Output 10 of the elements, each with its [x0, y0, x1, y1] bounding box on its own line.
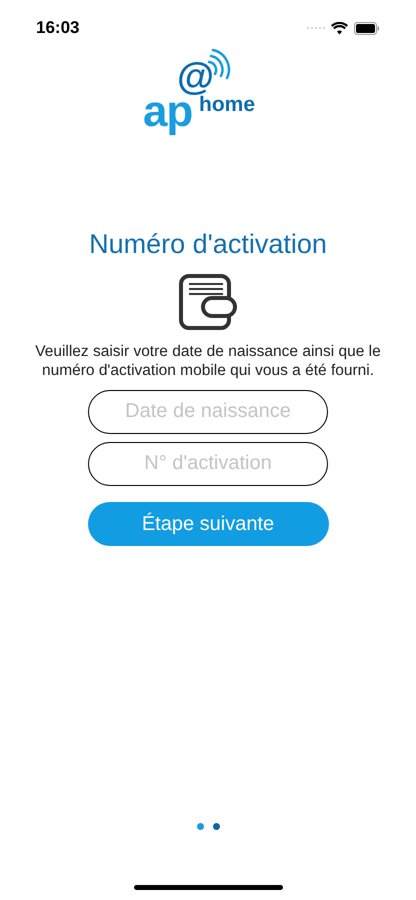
wifi-icon [331, 22, 348, 34]
next-step-button[interactable]: Étape suivante [88, 502, 328, 546]
page-title: Numéro d'activation [89, 228, 327, 261]
input-field[interactable]: Date de naissance [88, 390, 328, 434]
status-time: 16:03 [36, 17, 80, 40]
wallet-icon [179, 274, 237, 330]
input-field[interactable]: N° d'activation [88, 442, 328, 486]
battery-icon [354, 22, 380, 34]
instructions-text: Veuillez saisir votre date de naissance ainsi que le numéro d'activation mobile qui vous a été fourni. [34, 342, 382, 380]
signal-icon [307, 26, 325, 30]
